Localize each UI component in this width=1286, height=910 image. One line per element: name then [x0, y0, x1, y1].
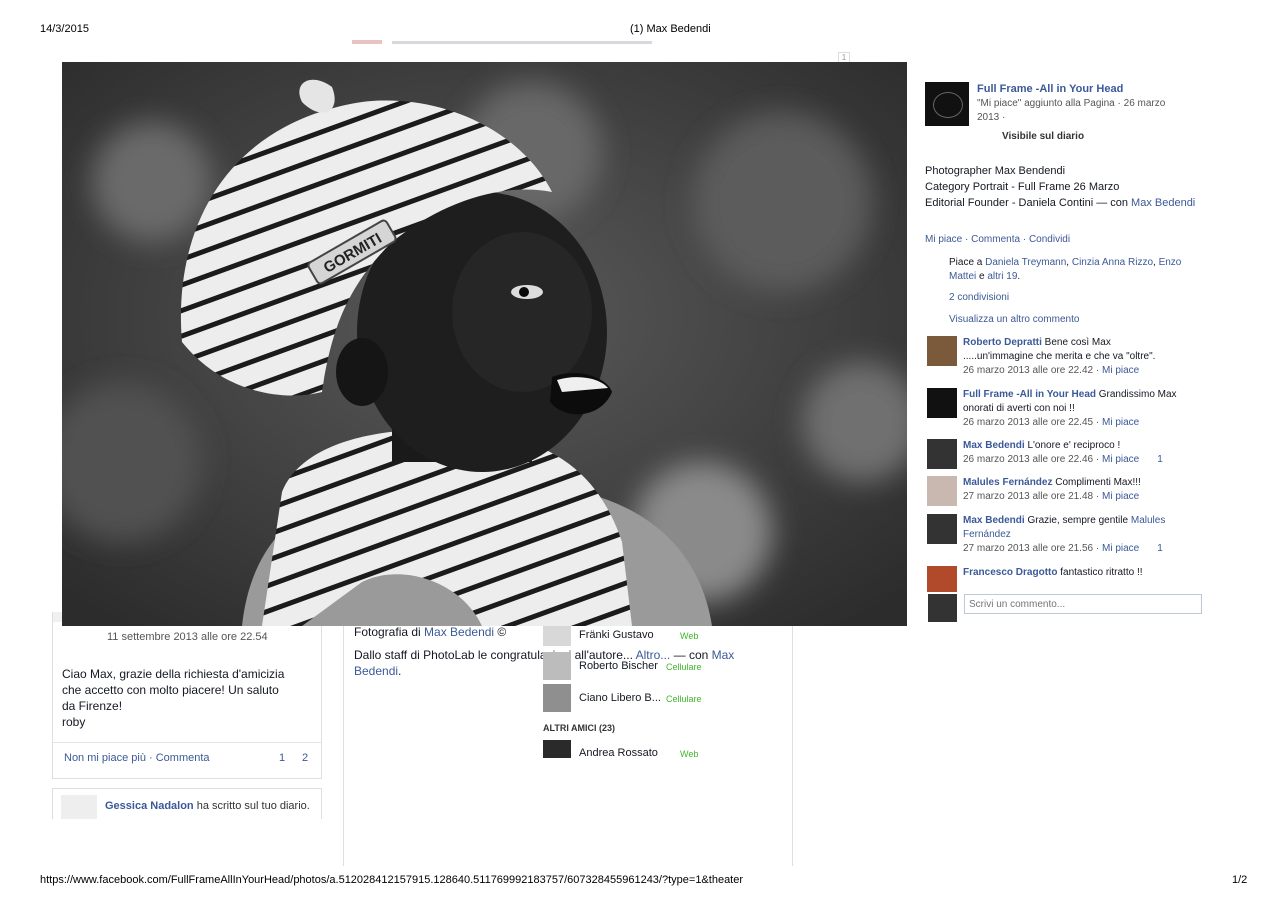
avatar [61, 795, 97, 819]
avatar [543, 652, 571, 680]
comment-like-link[interactable]: Mi piace [1102, 491, 1139, 502]
visibility-label[interactable]: Visibile sul diario [1002, 131, 1084, 142]
comment-author[interactable]: Max Bedendi [963, 440, 1025, 451]
avatar[interactable] [927, 566, 957, 592]
likes-summary: Piace a Daniela Treymann, Cinzia Anna Ri… [949, 257, 1182, 282]
print-url: https://www.facebook.com/FullFrameAllInY… [40, 874, 744, 886]
comment-item: Roberto Depratti Bene così Max .....un'i… [927, 336, 1217, 388]
chat-status: Web [680, 631, 699, 641]
photo-caption: Photographer Max Bendendi Category Portr… [925, 165, 1196, 209]
chat-status: Cellulare [666, 662, 702, 672]
page-action: "Mi piace" aggiunto alla Pagina · 26 mar… [977, 98, 1166, 109]
bg-post-time: 11 settembre 2013 alle ore 22.54 [107, 631, 268, 643]
theater-photo[interactable]: GORMITI [62, 62, 907, 626]
avatar[interactable] [927, 336, 957, 366]
comment-like-link[interactable]: Mi piace [1102, 365, 1139, 376]
chat-friend-name[interactable]: Roberto Bischer [579, 660, 658, 672]
liker-link[interactable]: Cinzia Anna Rizzo [1072, 257, 1153, 268]
print-title: (1) Max Bedendi [630, 23, 711, 35]
mention-link[interactable]: Fernández [963, 528, 1213, 542]
comment-like-count[interactable]: 1 [1157, 454, 1163, 465]
comment-like-link[interactable]: Mi piace [1102, 454, 1139, 465]
unlike-link[interactable]: Non mi piace più [64, 752, 146, 764]
liker-link[interactable]: Mattei [949, 271, 976, 282]
comment-item: Max Bedendi Grazie, sempre gentile Malul… [927, 514, 1217, 564]
mention-link[interactable]: Malules [1131, 515, 1165, 526]
avatar[interactable] [927, 514, 957, 544]
chat-list: Fränki Gustavo Web Roberto Bischer Cellu… [543, 626, 733, 759]
page-name-link[interactable]: Full Frame -All in Your Head [977, 83, 1123, 95]
bg-next-author[interactable]: Gessica Nadalon [105, 800, 194, 812]
bg-top-strip [352, 38, 792, 46]
avatar [543, 626, 571, 646]
comments-count[interactable]: 2 [302, 752, 308, 764]
comment-like-count[interactable]: 1 [1157, 543, 1163, 554]
chat-status: Cellulare [666, 694, 702, 704]
others-link[interactable]: altri 19 [987, 271, 1017, 282]
bg-post-actions: Non mi piace più · Commenta [64, 752, 210, 764]
bg-divider-right [792, 626, 793, 866]
comment-author[interactable]: Malules Fernández [963, 477, 1052, 488]
more-comments-link[interactable]: Visualizza un altro commento [949, 314, 1079, 325]
comment-like-link[interactable]: Mi piace [1102, 417, 1139, 428]
like-link[interactable]: Mi piace [925, 234, 962, 245]
comment-link[interactable]: Commenta [156, 752, 210, 764]
chat-friend-name[interactable]: Ciano Libero B... [579, 692, 661, 704]
bg-post-message: Ciao Max, grazie della richiesta d'amici… [62, 667, 285, 729]
chat-status: Web [680, 749, 699, 759]
print-date: 14/3/2015 [40, 23, 89, 35]
comment-item: Francesco Dragotto fantastico ritratto !… [927, 566, 1217, 592]
comment-author[interactable]: Max Bedendi [963, 515, 1025, 526]
avatar[interactable] [927, 439, 957, 469]
comment-item: Full Frame -All in Your Head Grandissimo… [927, 388, 1217, 440]
bg-left-post: 11 settembre 2013 alle ore 22.54 Ciao Ma… [52, 612, 322, 779]
avatar [928, 594, 957, 622]
bg-next-post: Gessica Nadalon ha scritto sul tuo diari… [52, 788, 322, 819]
theater-sidebar: Full Frame -All in Your Head "Mi piace" … [907, 62, 1217, 592]
liker-link[interactable]: Enzo [1159, 257, 1182, 268]
comment-input[interactable] [964, 594, 1202, 614]
page-avatar[interactable] [925, 82, 969, 126]
avatar [543, 740, 571, 758]
shares-link[interactable]: 2 condivisioni [949, 292, 1009, 303]
comment-like-link[interactable]: Mi piace [1102, 543, 1139, 554]
avatar[interactable] [927, 476, 957, 506]
caption-tag-link[interactable]: Max Bedendi [1131, 197, 1195, 209]
chat-other-header: ALTRI AMICI (23) [543, 723, 615, 733]
print-page-number: 1/2 [1232, 874, 1248, 886]
comment-action-link[interactable]: Commenta [971, 234, 1020, 245]
comment-item: Malules Fernández Complimenti Max!!! 27 … [927, 476, 1217, 512]
comment-author[interactable]: Roberto Depratti [963, 337, 1042, 348]
avatar[interactable] [927, 388, 957, 418]
chat-friend-name[interactable]: Andrea Rossato [579, 747, 658, 759]
bg-center-line1: Fotografia di Max Bedendi © [354, 625, 507, 639]
bg-divider-left [343, 626, 344, 866]
liker-link[interactable]: Daniela Treymann [985, 257, 1066, 268]
comment-author[interactable]: Francesco Dragotto [963, 567, 1057, 578]
comment-author[interactable]: Full Frame -All in Your Head [963, 389, 1096, 400]
photo-actions: Mi piace · Commenta · Condividi [925, 234, 1071, 245]
share-link[interactable]: Condividi [1029, 234, 1070, 245]
author-link[interactable]: Max Bedendi [424, 625, 494, 639]
comment-item: Max Bedendi L'onore e' reciproco ! 26 ma… [927, 439, 1217, 475]
page-action-year: 2013 · [977, 112, 1006, 123]
portrait-photo: GORMITI [62, 62, 907, 626]
avatar [543, 684, 571, 712]
chat-friend-name[interactable]: Fränki Gustavo [579, 629, 654, 641]
likes-count[interactable]: 1 [279, 752, 285, 764]
